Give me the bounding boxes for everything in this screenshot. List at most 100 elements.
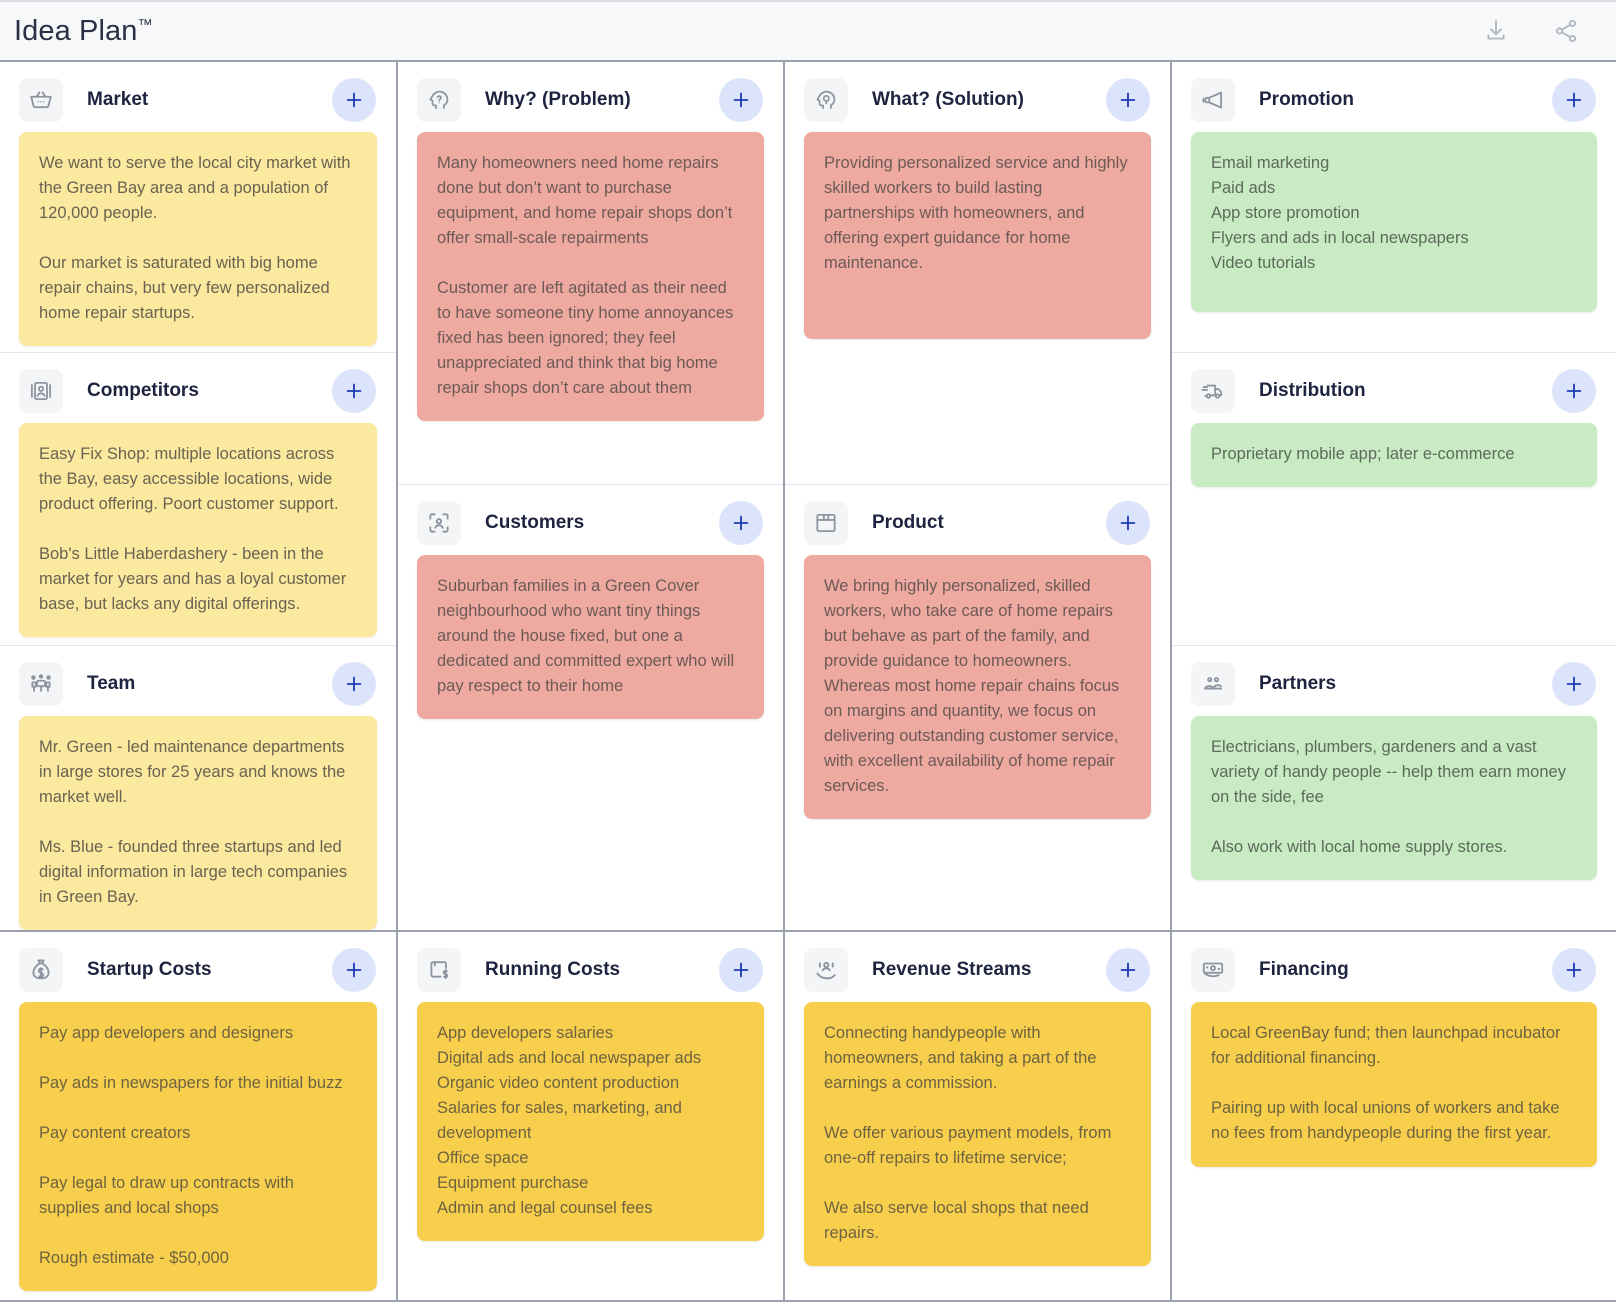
sticky-note-customers[interactable]: Suburban families in a Green Cover neigh… bbox=[417, 555, 764, 720]
basket-icon bbox=[19, 78, 63, 122]
section-title: Team bbox=[87, 672, 136, 694]
plus-icon bbox=[343, 380, 365, 402]
section-header: Distribution bbox=[1172, 353, 1616, 423]
receipt-dollar-icon bbox=[417, 948, 461, 992]
sticky-note-partners[interactable]: Electricians, plumbers, gardeners and a … bbox=[1191, 715, 1597, 880]
sticky-note-product[interactable]: We bring highly personalized, skilled wo… bbox=[804, 555, 1151, 820]
section-startup-costs: Startup Costs Pay app developers and des… bbox=[0, 932, 396, 1300]
section-body: Mr. Green - led maintenance departments … bbox=[0, 715, 396, 930]
sticky-note-competitors[interactable]: Easy Fix Shop: multiple locations across… bbox=[19, 423, 377, 638]
sticky-note-promotion[interactable]: Email marketing Paid ads App store promo… bbox=[1191, 132, 1597, 312]
section-partners: Partners Electricians, plumbers, gardene… bbox=[1172, 646, 1616, 930]
section-header: Promotion bbox=[1172, 62, 1616, 132]
add-competitors-button[interactable] bbox=[332, 369, 376, 414]
section-header: Running Costs bbox=[398, 932, 783, 1002]
trademark-symbol: ™ bbox=[137, 15, 153, 33]
section-header: Revenue Streams bbox=[785, 932, 1170, 1002]
head-idea-icon bbox=[804, 78, 848, 122]
section-title: Startup Costs bbox=[87, 959, 212, 980]
banknote-icon bbox=[1191, 948, 1235, 992]
add-product-button[interactable] bbox=[1106, 501, 1150, 546]
id-card-icon bbox=[19, 369, 63, 414]
section-body: Many homeowners need home repairs done b… bbox=[398, 132, 783, 484]
section-customers: Customers Suburban families in a Green C… bbox=[398, 485, 783, 930]
section-promotion: Promotion Email marketing Paid ads App s… bbox=[1172, 62, 1616, 354]
share-icon bbox=[1553, 18, 1579, 44]
section-why-problem: Why? (Problem) Many homeowners need home… bbox=[398, 62, 783, 486]
app-header: Idea Plan™ bbox=[0, 0, 1616, 60]
plus-icon bbox=[730, 512, 752, 534]
add-running-costs-button[interactable] bbox=[719, 948, 763, 992]
board-column-3: What? (Solution) Providing personalized … bbox=[785, 62, 1172, 930]
section-header: Customers bbox=[398, 485, 783, 555]
page-title-text: Idea Plan bbox=[14, 14, 138, 47]
sticky-note-distribution[interactable]: Proprietary mobile app; later e-commerce bbox=[1191, 423, 1597, 488]
plus-icon bbox=[343, 89, 365, 111]
add-why-problem-button[interactable] bbox=[719, 78, 763, 122]
add-startup-costs-button[interactable] bbox=[332, 948, 376, 992]
box-icon bbox=[804, 501, 848, 546]
board-column-revenue-streams: Revenue Streams Connecting handypeople w… bbox=[785, 932, 1172, 1300]
add-distribution-button[interactable] bbox=[1552, 369, 1596, 414]
plus-icon bbox=[1563, 673, 1585, 695]
plus-icon bbox=[1563, 959, 1585, 981]
section-title: Promotion bbox=[1259, 89, 1354, 110]
section-what-solution: What? (Solution) Providing personalized … bbox=[785, 62, 1170, 486]
section-body: Providing personalized service and highl… bbox=[785, 132, 1170, 484]
board-column-startup-costs: Startup Costs Pay app developers and des… bbox=[0, 932, 398, 1300]
idea-plan-board: Market We want to serve the local city m… bbox=[0, 60, 1616, 1302]
add-promotion-button[interactable] bbox=[1552, 78, 1596, 122]
add-market-button[interactable] bbox=[332, 78, 376, 122]
add-team-button[interactable] bbox=[332, 661, 376, 706]
add-what-solution-button[interactable] bbox=[1106, 78, 1150, 122]
customer-scan-icon bbox=[417, 501, 461, 546]
download-icon bbox=[1483, 18, 1509, 44]
section-header: Market bbox=[0, 62, 396, 132]
section-body: App developers salaries Digital ads and … bbox=[398, 1002, 783, 1255]
section-revenue-streams: Revenue Streams Connecting handypeople w… bbox=[785, 932, 1170, 1280]
section-header: Partners bbox=[1172, 646, 1616, 716]
partners-icon bbox=[1191, 661, 1235, 706]
board-column-4: Promotion Email marketing Paid ads App s… bbox=[1172, 62, 1616, 930]
section-title: What? (Solution) bbox=[872, 89, 1024, 110]
sticky-note-startup-costs[interactable]: Pay app developers and designers Pay ads… bbox=[19, 1002, 377, 1291]
head-question-icon bbox=[417, 78, 461, 122]
board-column-2: Why? (Problem) Many homeowners need home… bbox=[398, 62, 785, 930]
section-title: Partners bbox=[1259, 672, 1337, 694]
section-header: Team bbox=[0, 646, 396, 716]
section-title: Customers bbox=[485, 512, 585, 534]
sticky-note-revenue-streams[interactable]: Connecting handypeople with homeowners, … bbox=[804, 1002, 1151, 1266]
section-title: Distribution bbox=[1259, 380, 1366, 402]
board-upper-grid: Market We want to serve the local city m… bbox=[0, 62, 1616, 932]
share-button[interactable] bbox=[1550, 15, 1582, 47]
sticky-note-financing[interactable]: Local GreenBay fund; then launchpad incu… bbox=[1191, 1002, 1597, 1167]
section-product: Product We bring highly personalized, sk… bbox=[785, 485, 1170, 930]
sticky-note-running-costs[interactable]: App developers salaries Digital ads and … bbox=[417, 1002, 764, 1241]
section-title: Competitors bbox=[87, 380, 199, 402]
section-title: Market bbox=[87, 89, 149, 110]
sticky-note-market[interactable]: We want to serve the local city market w… bbox=[19, 132, 377, 346]
sticky-note-what-solution[interactable]: Providing personalized service and highl… bbox=[804, 132, 1151, 339]
add-revenue-streams-button[interactable] bbox=[1106, 948, 1150, 992]
add-partners-button[interactable] bbox=[1552, 661, 1596, 706]
plus-icon bbox=[730, 89, 752, 111]
truck-icon bbox=[1191, 369, 1235, 414]
section-title: Why? (Problem) bbox=[485, 89, 631, 110]
section-body: Connecting handypeople with homeowners, … bbox=[785, 1002, 1170, 1280]
section-title: Product bbox=[872, 512, 944, 534]
add-financing-button[interactable] bbox=[1552, 948, 1596, 992]
board-column-financing: Financing Local GreenBay fund; then laun… bbox=[1172, 932, 1616, 1300]
download-button[interactable] bbox=[1480, 15, 1512, 47]
sticky-note-team[interactable]: Mr. Green - led maintenance departments … bbox=[19, 715, 377, 930]
board-column-running-costs: Running Costs App developers salaries Di… bbox=[398, 932, 785, 1300]
money-bag-icon bbox=[19, 948, 63, 992]
sticky-note-why-problem[interactable]: Many homeowners need home repairs done b… bbox=[417, 132, 764, 421]
plus-icon bbox=[1117, 89, 1139, 111]
section-header: Competitors bbox=[0, 353, 396, 423]
add-customers-button[interactable] bbox=[719, 501, 763, 546]
page-title: Idea Plan™ bbox=[14, 15, 152, 48]
team-icon bbox=[19, 661, 63, 706]
section-financing: Financing Local GreenBay fund; then laun… bbox=[1172, 932, 1616, 1181]
plus-icon bbox=[343, 959, 365, 981]
section-header: Why? (Problem) bbox=[398, 62, 783, 132]
